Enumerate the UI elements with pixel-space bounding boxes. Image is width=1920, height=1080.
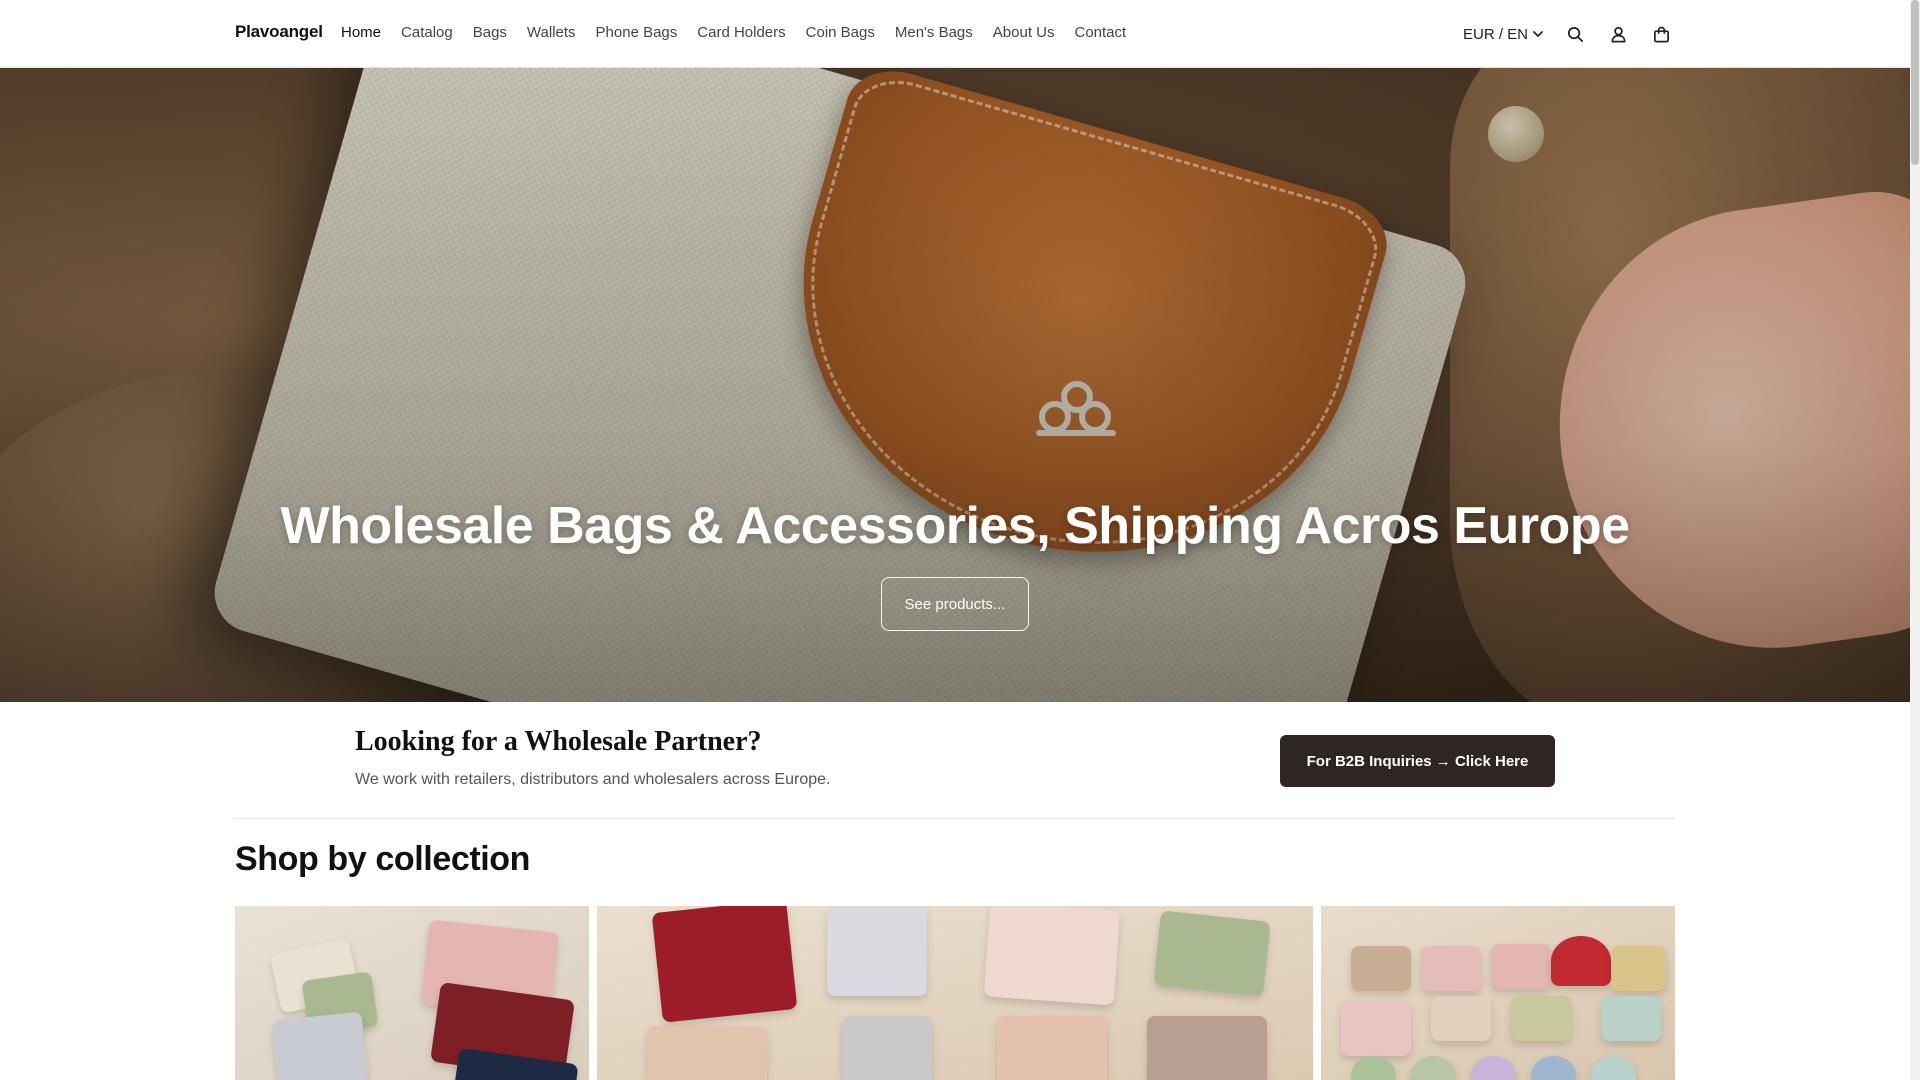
account-icon[interactable] (1607, 23, 1629, 45)
nav-card-holders[interactable]: Card Holders (697, 24, 785, 41)
scrollbar-thumb[interactable] (1911, 0, 1919, 165)
wholesale-title: Looking for a Wholesale Partner? (355, 726, 762, 757)
product-image (271, 1011, 369, 1080)
hero-title: Wholesale Bags & Accessories, Shipping A… (280, 497, 1630, 555)
site-header: Plavoangel Home Catalog Bags Wallets Pho… (0, 0, 1910, 68)
product-image (827, 906, 927, 996)
product-image (1341, 1001, 1411, 1056)
product-image (1531, 1056, 1576, 1080)
brand-logo[interactable]: Plavoangel (235, 22, 323, 42)
wholesale-subtitle: We work with retailers, distributors and… (355, 771, 831, 788)
product-image (1431, 996, 1491, 1041)
product-image (1421, 946, 1481, 991)
collection-card-wallets[interactable] (597, 906, 1313, 1080)
nav-bags[interactable]: Bags (473, 24, 507, 41)
page-scrollbar[interactable] (1910, 0, 1920, 1080)
collection-card-coin-bags[interactable] (1321, 906, 1675, 1080)
product-image (651, 906, 798, 1023)
chevron-down-icon (1533, 31, 1543, 37)
product-image (647, 1026, 767, 1080)
nav-coin-bags[interactable]: Coin Bags (806, 24, 875, 41)
product-image (983, 906, 1121, 1006)
product-image (1471, 1056, 1516, 1080)
section-divider (235, 818, 1675, 819)
nav-home[interactable]: Home (341, 24, 381, 41)
nav-about-us[interactable]: About Us (993, 24, 1055, 41)
header-actions: EUR / EN (1463, 20, 1693, 48)
nav-phone-bags[interactable]: Phone Bags (596, 24, 678, 41)
see-products-button[interactable]: See products... (881, 577, 1029, 631)
product-image (1551, 936, 1611, 986)
product-image (1591, 1056, 1636, 1080)
product-image (1611, 946, 1666, 991)
product-image (1491, 944, 1551, 989)
search-icon[interactable] (1564, 23, 1586, 45)
product-image (1351, 1056, 1396, 1080)
product-image (997, 1016, 1107, 1080)
nav-wallets[interactable]: Wallets (527, 24, 576, 41)
product-image (1147, 1016, 1267, 1080)
nav-catalog[interactable]: Catalog (401, 24, 453, 41)
product-image (1153, 910, 1271, 997)
locale-label: EUR / EN (1463, 25, 1529, 43)
nav-mens-bags[interactable]: Men's Bags (895, 24, 973, 41)
locale-selector[interactable]: EUR / EN (1463, 26, 1544, 43)
b2b-inquiries-button[interactable]: For B2B Inquiries → Click Here (1280, 735, 1555, 787)
collection-card-bags[interactable] (235, 906, 589, 1080)
product-image (1601, 996, 1661, 1041)
cart-icon[interactable] (1650, 23, 1672, 45)
product-image (842, 1016, 932, 1080)
main-nav: Home Catalog Bags Wallets Phone Bags Car… (341, 24, 1126, 41)
nav-contact[interactable]: Contact (1074, 24, 1126, 41)
product-image (1351, 946, 1411, 991)
product-image (1411, 1056, 1456, 1080)
collections-title: Shop by collection (235, 840, 531, 878)
product-image (1511, 996, 1571, 1041)
